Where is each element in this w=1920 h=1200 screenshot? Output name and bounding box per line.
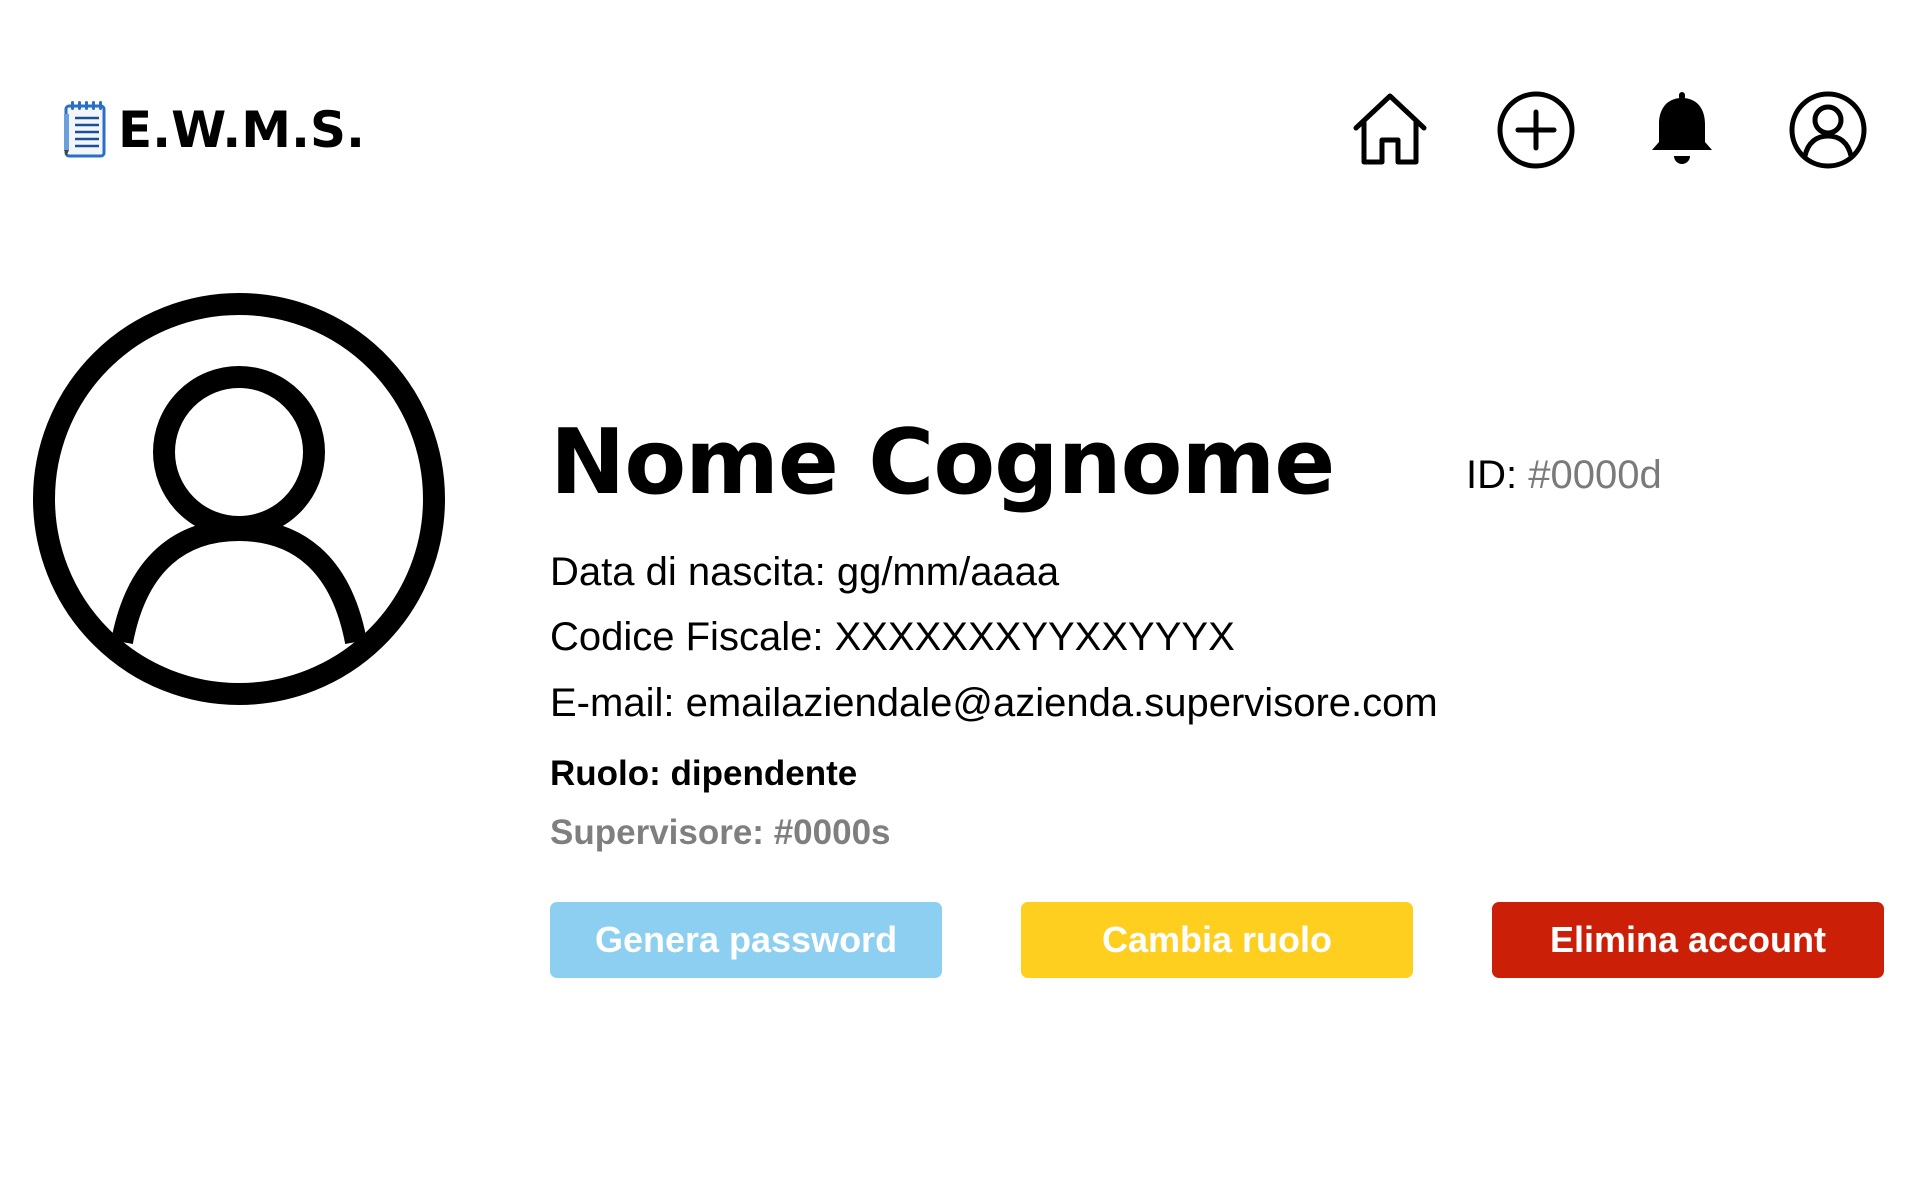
genera-password-button[interactable]: Genera password <box>550 902 942 978</box>
ruolo-row: Ruolo: dipendente <box>550 756 857 791</box>
supervisore-value: #0000s <box>773 813 891 852</box>
ruolo-value: dipendente <box>670 754 858 793</box>
codice-fiscale-value: XXXXXXXYYXXYYYX <box>834 615 1235 659</box>
profile-id-value: #0000d <box>1528 453 1662 497</box>
email-label: E-mail: <box>550 681 675 725</box>
user-circle-icon <box>1788 90 1868 170</box>
supervisore-row: Supervisore: #0000s <box>550 815 891 850</box>
top-nav <box>1350 90 1870 170</box>
app-logo-text: E.W.M.S. <box>118 101 365 159</box>
add-button[interactable] <box>1496 90 1576 170</box>
supervisore-label: Supervisore: <box>550 813 764 852</box>
app-logo[interactable]: E.W.M.S. <box>62 100 365 160</box>
home-icon <box>1350 90 1430 170</box>
notifications-button[interactable] <box>1642 90 1722 170</box>
profile-id: ID: #0000d <box>1466 455 1662 495</box>
add-circle-icon <box>1496 90 1576 170</box>
ruolo-label: Ruolo: <box>550 754 661 793</box>
codice-fiscale-label: Codice Fiscale: <box>550 615 824 659</box>
bell-icon <box>1642 90 1722 170</box>
elimina-account-button[interactable]: Elimina account <box>1492 902 1884 978</box>
cambia-ruolo-button[interactable]: Cambia ruolo <box>1021 902 1413 978</box>
profile-page: E.W.M.S. Nome Cognome ID: #0000d Data di… <box>0 0 1920 1200</box>
profile-id-label: ID: <box>1466 453 1518 497</box>
birth-date-label: Data di nascita: <box>550 550 826 594</box>
home-button[interactable] <box>1350 90 1430 170</box>
email-value: emailaziendale@azienda.supervisore.com <box>685 681 1438 725</box>
user-avatar-icon <box>32 293 446 710</box>
codice-fiscale-row: Codice Fiscale: XXXXXXXYYXXYYYX <box>550 617 1235 657</box>
birth-date-row: Data di nascita: gg/mm/aaaa <box>550 552 1059 592</box>
email-row: E-mail: emailaziendale@azienda.superviso… <box>550 683 1438 723</box>
profile-name: Nome Cognome <box>550 410 1335 515</box>
account-button[interactable] <box>1788 90 1868 170</box>
birth-date-value: gg/mm/aaaa <box>836 550 1060 594</box>
profile-avatar <box>32 292 446 706</box>
notepad-icon <box>62 100 110 160</box>
